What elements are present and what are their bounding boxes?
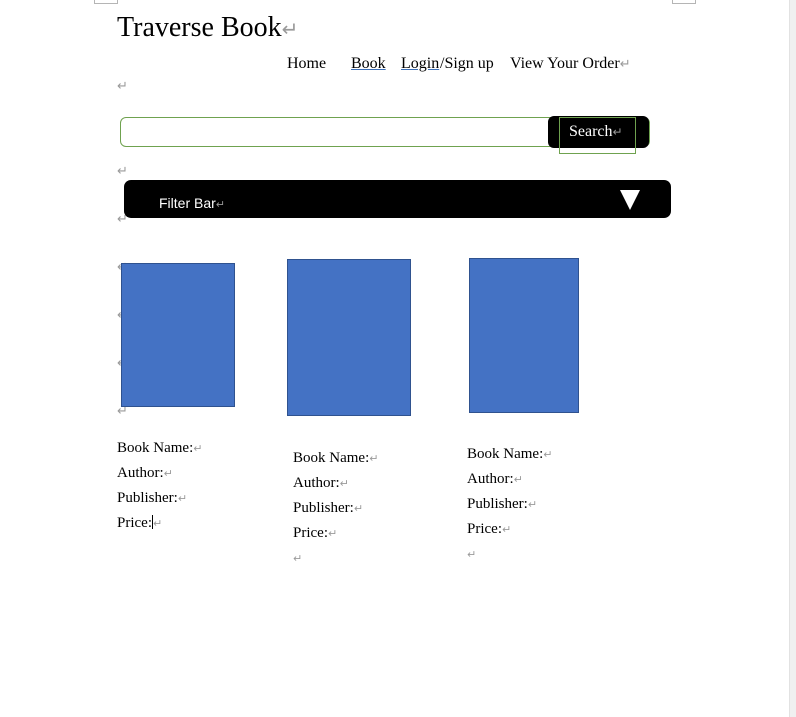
paragraph-mark-icon: ↵	[153, 517, 163, 530]
nav-view-order-label: View Your Order	[510, 55, 620, 72]
paragraph-mark-icon: ↵	[328, 527, 338, 540]
page-corner-marker-right	[672, 0, 696, 4]
paragraph-mark-icon: ↵	[177, 492, 188, 505]
paragraph-mark-icon: ↵	[619, 57, 631, 72]
author-field: Author:↵	[467, 467, 552, 492]
paragraph-mark-icon: ↵	[193, 442, 203, 455]
book-name-label: Book Name:	[467, 446, 544, 462]
empty-paragraph: ↵	[293, 546, 378, 571]
author-field: Author:↵	[117, 461, 202, 486]
author-field: Author:↵	[293, 471, 378, 496]
empty-paragraph: ↵	[467, 542, 552, 567]
publisher-field: Publisher:↵	[467, 492, 552, 517]
publisher-label: Publisher:	[117, 490, 178, 506]
author-label: Author:	[117, 465, 164, 481]
paragraph-mark-icon: ↵	[353, 502, 364, 515]
price-label: Price:	[293, 525, 328, 541]
paragraph-mark-icon: ↵	[467, 548, 477, 561]
book-info-card: Book Name:↵ Author:↵ Publisher:↵ Price:↵…	[293, 446, 378, 571]
page-edge	[789, 0, 796, 717]
paragraph-mark-icon: ↵	[281, 17, 299, 41]
paragraph-mark-icon: ↵	[163, 467, 173, 480]
book-name-label: Book Name:	[293, 450, 370, 466]
book-cover-image[interactable]	[287, 259, 411, 416]
paragraph-mark-icon: ↵	[369, 452, 379, 465]
publisher-field: Publisher:↵	[293, 496, 378, 521]
filter-bar[interactable]: Filter Bar↵	[124, 180, 671, 218]
filter-bar-label-text: Filter Bar	[159, 195, 216, 211]
book-name-field: Book Name:↵	[293, 446, 378, 471]
paragraph-mark-icon: ↵	[543, 448, 553, 461]
author-label: Author:	[467, 471, 514, 487]
book-info-card: Book Name:↵ Author:↵ Publisher:↵ Price:↵	[117, 436, 202, 536]
book-name-field: Book Name:↵	[467, 442, 552, 467]
page-title: Traverse Book↵	[117, 12, 298, 45]
paragraph-mark-icon: ↵	[502, 523, 512, 536]
paragraph-mark-icon: ↵	[339, 477, 349, 490]
page-title-text: Traverse Book	[117, 12, 282, 43]
author-label: Author:	[293, 475, 340, 491]
paragraph-mark-icon: ↵	[527, 498, 538, 511]
book-cover-image[interactable]	[469, 258, 579, 413]
book-name-label: Book Name:	[117, 440, 194, 456]
book-cover-image[interactable]	[121, 263, 235, 407]
paragraph-mark-icon: ↵	[215, 198, 226, 211]
price-field: Price:↵	[293, 521, 378, 546]
nav-login[interactable]: Login	[401, 55, 439, 73]
triangle-down-icon[interactable]	[620, 190, 640, 210]
search-button-frame	[559, 117, 636, 154]
book-info-card: Book Name:↵ Author:↵ Publisher:↵ Price:↵…	[467, 442, 552, 567]
publisher-field: Publisher:↵	[117, 486, 202, 511]
filter-bar-label: Filter Bar↵	[159, 194, 225, 214]
price-label: Price:	[117, 515, 152, 531]
paragraph-mark-icon: ↵	[117, 79, 128, 94]
publisher-label: Publisher:	[467, 496, 528, 512]
paragraph-mark-icon: ↵	[117, 164, 128, 179]
price-label: Price:	[467, 521, 502, 537]
paragraph-mark-icon: ↵	[117, 212, 128, 227]
price-field: Price:↵	[467, 517, 552, 542]
book-name-field: Book Name:↵	[117, 436, 202, 461]
nav-signup[interactable]: /Sign up	[440, 55, 494, 73]
nav-book[interactable]: Book	[351, 55, 386, 73]
page-corner-marker-left	[94, 0, 118, 4]
nav-home[interactable]: Home	[287, 55, 326, 73]
price-field: Price:↵	[117, 511, 202, 536]
nav-view-order[interactable]: View Your Order↵	[510, 55, 631, 73]
paragraph-mark-icon: ↵	[513, 473, 523, 486]
paragraph-mark-icon: ↵	[293, 552, 303, 565]
publisher-label: Publisher:	[293, 500, 354, 516]
